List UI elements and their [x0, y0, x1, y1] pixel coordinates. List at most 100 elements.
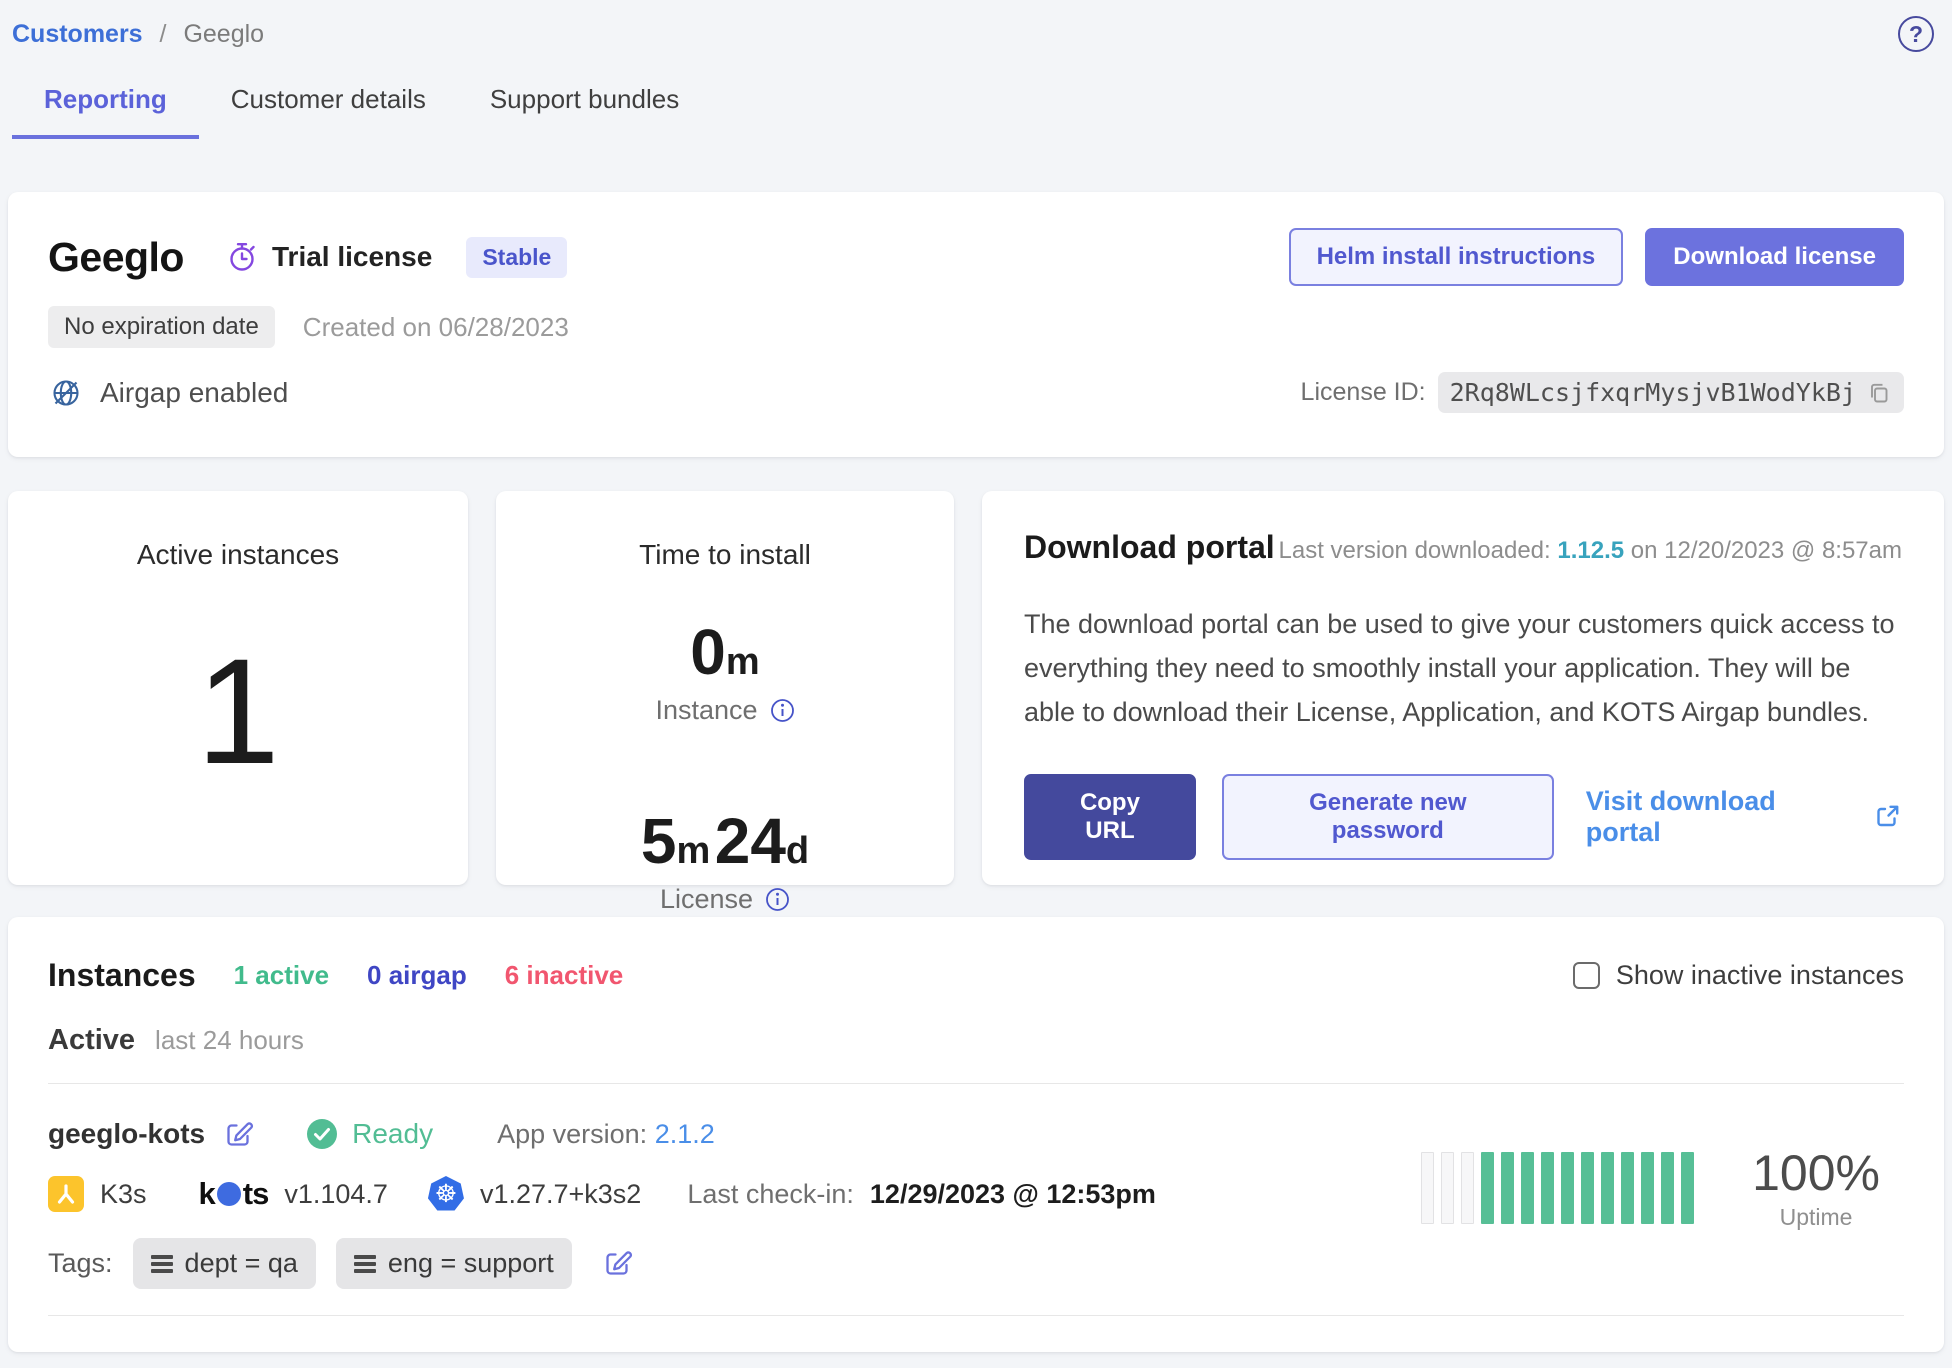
breadcrumb-customers-link[interactable]: Customers [12, 20, 143, 48]
active-section-header: Active last 24 hours [48, 1024, 1904, 1057]
edit-tags-icon[interactable] [602, 1248, 633, 1279]
customer-name: Geeglo [48, 234, 184, 281]
active-section-label: Active [48, 1024, 135, 1057]
download-portal-card: Download portal Last version downloaded:… [982, 491, 1944, 885]
show-inactive-checkbox[interactable] [1573, 962, 1600, 989]
uptime-block: 100% Uptime [1421, 1144, 1880, 1231]
time-to-install-title: Time to install [639, 539, 811, 571]
tab-reporting[interactable]: Reporting [12, 66, 199, 139]
instance-time-value: 0 [690, 616, 726, 688]
download-portal-description: The download portal can be used to give … [1024, 602, 1902, 734]
license-time-unit-1: m [676, 830, 710, 872]
uptime-bar [1501, 1152, 1514, 1224]
copy-url-button[interactable]: Copy URL [1024, 774, 1196, 860]
instance-name: geeglo-kots [48, 1118, 205, 1150]
time-to-install-card: Time to install 0m Instance [496, 491, 954, 885]
uptime-bar [1481, 1152, 1494, 1224]
license-time-label: License [660, 884, 753, 915]
uptime-bar [1521, 1152, 1534, 1224]
uptime-bar [1461, 1152, 1474, 1224]
instance-info-icon[interactable] [770, 698, 795, 723]
distro-label: K3s [100, 1179, 147, 1210]
app-version-link[interactable]: 2.1.2 [655, 1119, 715, 1149]
inactive-count: 6 inactive [505, 960, 624, 991]
last-version-label: Last version downloaded: [1279, 537, 1551, 564]
external-link-icon [1872, 802, 1902, 832]
airgap-label: Airgap enabled [100, 377, 288, 409]
uptime-label: Uptime [1780, 1204, 1853, 1231]
trial-timer-icon [226, 240, 258, 274]
visit-download-portal-link[interactable]: Visit download portal [1586, 786, 1902, 848]
download-license-button[interactable]: Download license [1645, 228, 1904, 286]
uptime-bar [1681, 1152, 1694, 1224]
license-time-value-2: 24 [715, 805, 786, 877]
tab-support-bundles[interactable]: Support bundles [458, 66, 711, 139]
instance-status: Ready [306, 1118, 433, 1150]
license-id-label: License ID: [1301, 378, 1426, 407]
uptime-bar [1601, 1152, 1614, 1224]
breadcrumb-row: Customers / Geeglo ? [0, 0, 1952, 52]
license-info-icon[interactable] [765, 887, 790, 912]
license-type: Trial license [226, 240, 432, 274]
license-install-time: 5m 24d License [641, 760, 809, 915]
show-inactive-label: Show inactive instances [1616, 960, 1904, 991]
app-version-label: App version: [497, 1119, 647, 1149]
kots-logo-ts: ts [243, 1176, 269, 1212]
instance-install-time: 0m Instance [655, 571, 794, 726]
instances-title: Instances [48, 957, 196, 994]
generate-new-password-button[interactable]: Generate new password [1222, 774, 1554, 860]
download-portal-actions: Copy URL Generate new password Visit dow… [1024, 774, 1902, 860]
download-portal-title: Download portal [1024, 529, 1275, 566]
airgap-globe-icon [48, 375, 84, 411]
tab-bar: Reporting Customer details Support bundl… [0, 66, 1952, 139]
license-type-label: Trial license [272, 241, 432, 273]
last-version-downloaded: Last version downloaded: 1.12.5 on 12/20… [1279, 537, 1903, 565]
copy-icon[interactable] [1866, 380, 1892, 406]
tab-customer-details[interactable]: Customer details [199, 66, 458, 139]
active-section-sublabel: last 24 hours [155, 1025, 304, 1056]
helm-install-instructions-button[interactable]: Helm install instructions [1289, 228, 1624, 286]
customer-summary-card: Geeglo Trial license Stable Helm install… [8, 192, 1944, 457]
kots-logo-k: k [199, 1176, 215, 1212]
uptime-bar [1421, 1152, 1434, 1224]
uptime-summary: 100% Uptime [1752, 1144, 1880, 1231]
license-time-unit-2: d [786, 830, 809, 872]
tag-bars-icon [354, 1254, 376, 1274]
expiration-badge: No expiration date [48, 306, 275, 348]
kots-version: v1.104.7 [284, 1179, 388, 1210]
instance-time-label: Instance [655, 695, 757, 726]
app-version: App version: 2.1.2 [497, 1119, 715, 1150]
customer-title-row: Geeglo Trial license Stable Helm install… [48, 228, 1904, 286]
license-id-pill: 2Rq8WLcsjfxqrMysjvB1WodYkBj [1438, 372, 1904, 413]
license-time-value-1: 5 [641, 805, 677, 877]
kots-logo: kts [199, 1176, 269, 1212]
tag-pill: dept = qa [133, 1238, 316, 1289]
customer-meta-row: No expiration date Created on 06/28/2023 [48, 306, 1904, 348]
last-version-link[interactable]: 1.12.5 [1557, 537, 1624, 564]
airgap-status: Airgap enabled [48, 375, 288, 411]
instances-card-footer-space [48, 1316, 1904, 1352]
stats-row: Active instances 1 Time to install 0m In… [8, 491, 1944, 885]
uptime-bar [1661, 1152, 1674, 1224]
uptime-value: 100% [1752, 1144, 1880, 1202]
visit-download-portal-label: Visit download portal [1586, 786, 1858, 848]
tag-label: eng = support [388, 1248, 554, 1279]
last-checkin-label: Last check-in: [687, 1179, 854, 1210]
tags-label: Tags: [48, 1248, 113, 1279]
uptime-bar [1621, 1152, 1634, 1224]
edit-instance-name-icon[interactable] [223, 1119, 254, 1150]
instance-row: geeglo-kots [48, 1084, 1904, 1315]
uptime-bar [1541, 1152, 1554, 1224]
active-instances-title: Active instances [137, 539, 339, 571]
last-version-date: on 12/20/2023 @ 8:57am [1631, 537, 1902, 564]
uptime-bar [1561, 1152, 1574, 1224]
active-count: 1 active [234, 960, 329, 991]
instance-time-unit: m [726, 641, 760, 683]
k8s-version: v1.27.7+k3s2 [480, 1179, 641, 1210]
breadcrumb-current: Geeglo [183, 20, 264, 48]
active-instances-card: Active instances 1 [8, 491, 468, 885]
kubernetes-icon: ☸ [428, 1176, 464, 1212]
help-icon[interactable]: ? [1898, 16, 1934, 52]
created-date: Created on 06/28/2023 [303, 312, 569, 343]
kots-logo-o [217, 1182, 241, 1206]
